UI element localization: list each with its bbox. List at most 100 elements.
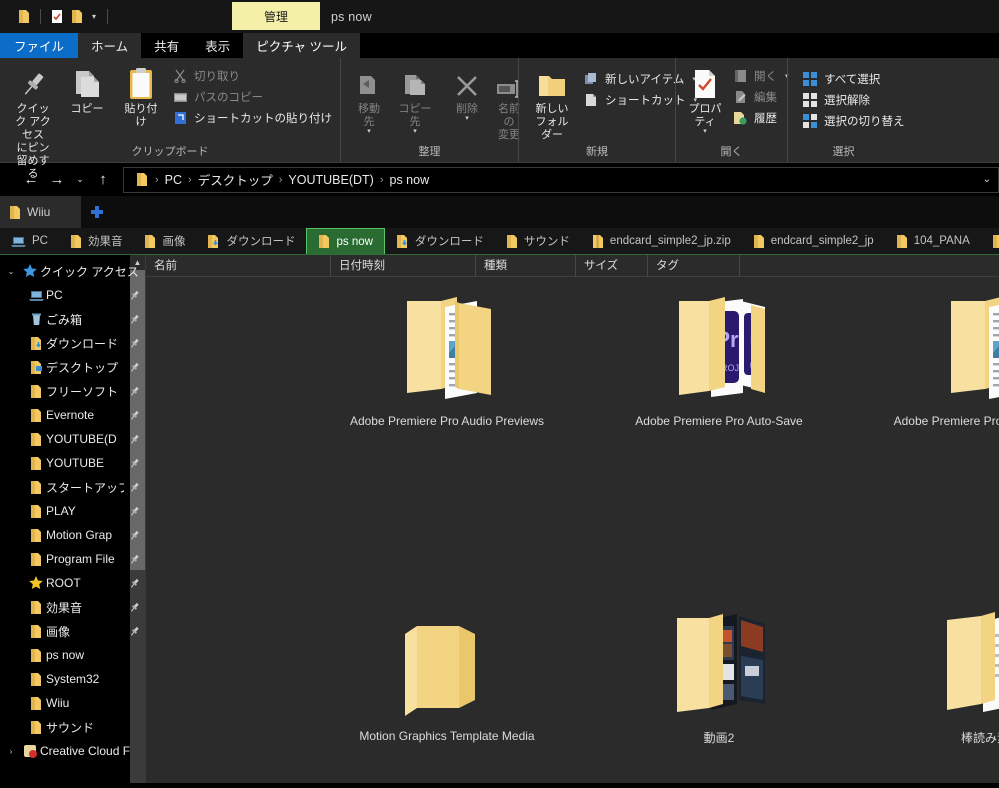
window-tab[interactable]: endcard_simple2_jp.zip: [581, 228, 742, 254]
column-header[interactable]: 種類: [476, 254, 576, 277]
tab-share[interactable]: 共有: [141, 33, 192, 58]
sidebar-item-youtube[interactable]: YOUTUBE: [0, 451, 145, 475]
sidebar-item-system32[interactable]: System32: [0, 667, 145, 691]
file-grid-item[interactable]: Adobe Premiere Pro Captured Audio: [891, 287, 999, 428]
pin-icon[interactable]: [124, 458, 144, 469]
file-grid-item[interactable]: rUPrPROJ Adobe Premiere Pro Auto-Save: [619, 287, 819, 428]
sidebar-item-youtube-d[interactable]: YOUTUBE(D: [0, 427, 145, 451]
invert-selection-button[interactable]: 選択の切り替え: [798, 112, 909, 130]
pin-icon[interactable]: [124, 386, 144, 397]
up-button[interactable]: ↑: [90, 167, 116, 193]
chevron-right-icon[interactable]: ›: [2, 747, 20, 756]
tab-picture-tools[interactable]: ピクチャ ツール: [243, 33, 361, 58]
sidebar-item-motion-grap[interactable]: Motion Grap: [0, 523, 145, 547]
chevron-down-icon[interactable]: ▾: [367, 128, 371, 135]
sidebar-item-pc[interactable]: PC: [0, 283, 145, 307]
chevron-down-icon[interactable]: ▾: [465, 115, 469, 122]
history-button[interactable]: 履歴: [728, 109, 793, 127]
chevron-down-icon[interactable]: ⌄: [983, 174, 991, 185]
pin-icon[interactable]: [124, 578, 144, 589]
file-grid-item[interactable]: 動画2: [619, 602, 819, 746]
select-all-button[interactable]: すべて選択: [798, 70, 909, 88]
sidebar-item-[interactable]: サウンド: [0, 715, 145, 739]
pin-icon[interactable]: [124, 554, 144, 565]
pin-icon[interactable]: [124, 626, 144, 637]
sidebar-item-[interactable]: ダウンロード: [0, 331, 145, 355]
tab-home[interactable]: ホーム: [78, 33, 142, 58]
pin-icon[interactable]: [124, 314, 144, 325]
pin-icon[interactable]: [124, 338, 144, 349]
properties-icon[interactable]: [47, 6, 67, 28]
pin-icon[interactable]: [124, 602, 144, 613]
pin-icon[interactable]: [124, 530, 144, 541]
pin-icon[interactable]: [124, 482, 144, 493]
breadcrumb-item-ps-now[interactable]: ps now: [387, 173, 433, 187]
window-tab[interactable]: サウンド: [495, 228, 581, 254]
new-tab-button[interactable]: [81, 196, 113, 228]
window-tab-wiiu[interactable]: Wiiu: [0, 196, 81, 228]
window-tab[interactable]: [981, 228, 999, 254]
pin-icon[interactable]: [124, 434, 144, 445]
sidebar-item-play[interactable]: PLAY: [0, 499, 145, 523]
window-tab[interactable]: 104_PANA: [885, 228, 981, 254]
window-tab-selected[interactable]: ps now: [306, 228, 385, 254]
tab-file[interactable]: ファイル: [0, 33, 79, 58]
sidebar-item-ps-now[interactable]: ps now: [0, 643, 145, 667]
paste-button[interactable]: 貼り付け: [114, 64, 168, 131]
window-tab[interactable]: 効果音: [59, 228, 134, 254]
breadcrumb-item-desktop[interactable]: デスクトップ: [195, 170, 276, 189]
window-tab[interactable]: endcard_simple2_jp: [742, 228, 885, 254]
window-tab[interactable]: ダウンロード: [385, 228, 495, 254]
paste-shortcut-button[interactable]: ショートカットの貼り付け: [168, 109, 336, 127]
folder-icon[interactable]: [14, 6, 34, 28]
edit-button[interactable]: 編集: [728, 88, 793, 106]
sidebar-item-program-file[interactable]: Program File: [0, 547, 145, 571]
sidebar-item-[interactable]: フリーソフト: [0, 379, 145, 403]
sidebar-item-root[interactable]: ROOT: [0, 571, 145, 595]
cut-button[interactable]: 切り取り: [168, 67, 336, 85]
sidebar-item-[interactable]: 効果音: [0, 595, 145, 619]
sidebar-item-[interactable]: スタートアップ: [0, 475, 145, 499]
new-folder-button[interactable]: 新しい フォルダー: [525, 64, 579, 144]
copy-to-button[interactable]: コピー先 ▾: [391, 64, 439, 136]
delete-button[interactable]: 削除 ▾: [447, 64, 487, 123]
chevron-down-icon[interactable]: ▾: [87, 12, 101, 21]
select-none-button[interactable]: 選択解除: [798, 91, 909, 109]
chevron-down-icon[interactable]: ▾: [703, 128, 707, 135]
sidebar-item-[interactable]: デスクトップ: [0, 355, 145, 379]
window-tab[interactable]: ダウンロード: [196, 228, 306, 254]
breadcrumb[interactable]: › PC › デスクトップ › YOUTUBE(DT) › ps now ⌄: [123, 166, 999, 193]
contextual-tool-tab[interactable]: 管理: [232, 2, 320, 30]
properties-button[interactable]: プロパティ ▾: [682, 64, 728, 136]
window-tab[interactable]: PC: [0, 228, 59, 254]
copy-path-button[interactable]: パスのコピー: [168, 88, 336, 106]
sidebar-item-[interactable]: 画像: [0, 619, 145, 643]
column-header[interactable]: 名前: [146, 254, 331, 277]
file-grid-item[interactable]: Motion Graphics Template Media: [347, 602, 547, 743]
pin-icon[interactable]: [124, 290, 144, 301]
copy-button[interactable]: コピー: [60, 64, 114, 118]
move-to-button[interactable]: 移動先 ▾: [347, 64, 391, 136]
recent-locations-button[interactable]: ⌄: [70, 167, 90, 193]
pin-icon[interactable]: [124, 410, 144, 421]
window-tab[interactable]: 画像: [133, 228, 196, 254]
sidebar-item-creative-cloud-f[interactable]: › Creative Cloud F: [0, 739, 145, 763]
tab-view[interactable]: 表示: [192, 33, 243, 58]
file-grid-item[interactable]: Adobe Premiere Pro Audio Previews: [347, 287, 547, 428]
column-header[interactable]: 日付時刻: [331, 254, 476, 277]
sidebar-item-[interactable]: ごみ箱: [0, 307, 145, 331]
pin-to-quick-access-button[interactable]: クイック アクセス にピン留めする: [6, 64, 60, 183]
chevron-down-icon[interactable]: ▾: [413, 128, 417, 135]
pin-icon[interactable]: [124, 362, 144, 373]
breadcrumb-item-youtube-dt[interactable]: YOUTUBE(DT): [285, 173, 376, 187]
pin-icon[interactable]: [124, 506, 144, 517]
breadcrumb-item-pc[interactable]: PC: [162, 173, 185, 187]
sidebar-item-[interactable]: ⌄ クイック アクセス: [0, 259, 145, 283]
column-header[interactable]: タグ: [648, 254, 740, 277]
folder-icon[interactable]: [67, 6, 87, 28]
sidebar-item-evernote[interactable]: Evernote: [0, 403, 145, 427]
chevron-down-icon[interactable]: ⌄: [2, 267, 20, 276]
open-button[interactable]: 開く ▾: [728, 67, 793, 85]
column-header[interactable]: サイズ: [576, 254, 648, 277]
sidebar-item-wiiu[interactable]: Wiiu: [0, 691, 145, 715]
